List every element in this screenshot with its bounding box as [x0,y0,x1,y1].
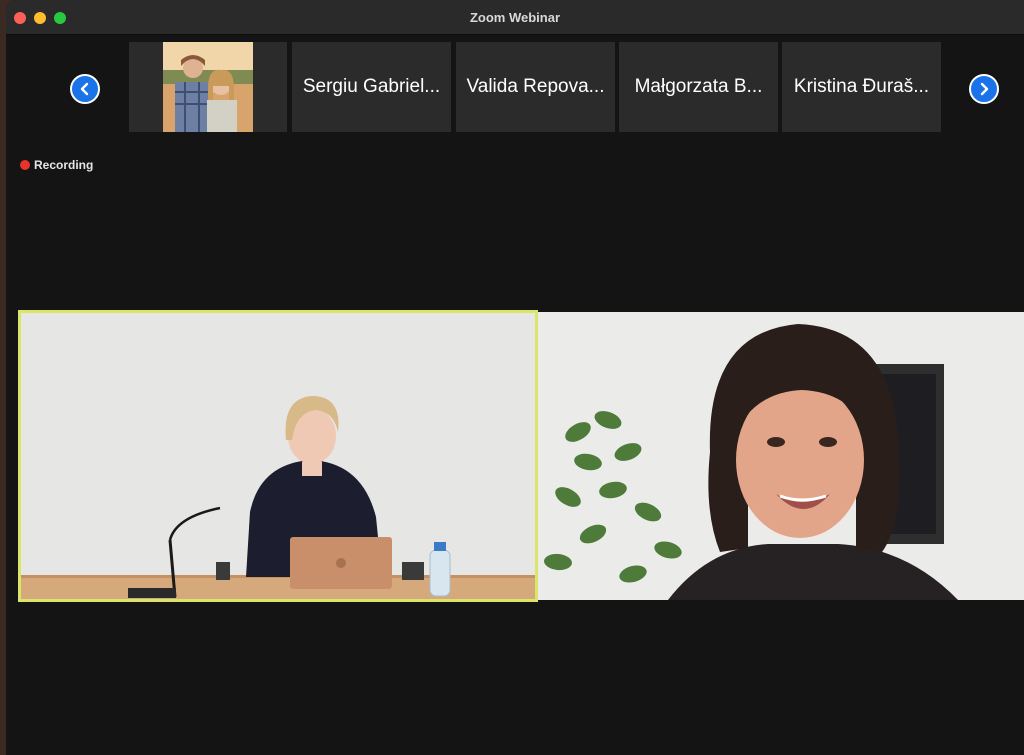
participant-strip: Sergiu Gabriel... Valida Repova... Małgo… [6,34,1024,144]
participant-video[interactable] [538,312,1024,600]
participant-tile[interactable]: Valida Repova... [456,42,615,132]
participant-tile[interactable]: Sergiu Gabriel... [292,42,451,132]
participant-photo [163,42,253,132]
zoom-window: Zoom Webinar Sergiu Gabriel... Valida Re… [6,0,1024,755]
participant-video-frame [538,312,1024,600]
title-bar: Zoom Webinar [6,0,1024,35]
active-speaker-video[interactable] [18,310,538,602]
recording-dot-icon [20,160,30,170]
chevron-left-icon [80,82,89,96]
window-title: Zoom Webinar [469,10,561,25]
speaker-video-frame [20,312,536,600]
recording-indicator[interactable]: Recording [20,158,93,172]
participant-tile[interactable]: Małgorzata B... [619,42,778,132]
participant-tile-photo[interactable] [129,42,287,132]
next-page-button[interactable] [969,74,999,104]
participant-tile[interactable]: Kristina Đuraš... [782,42,941,132]
previous-page-button[interactable] [70,74,100,104]
chevron-right-icon [980,82,989,96]
recording-label: Recording [34,158,94,172]
